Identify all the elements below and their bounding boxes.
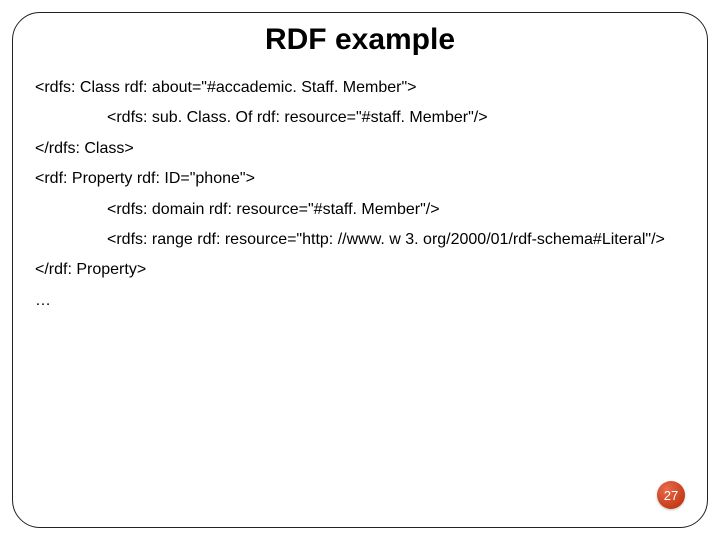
- code-line: <rdfs: domain rdf: resource="#staff. Mem…: [35, 195, 685, 225]
- page-number: 27: [664, 488, 678, 503]
- code-line: <rdf: Property rdf: ID="phone">: [35, 164, 685, 194]
- page-number-badge: 27: [657, 481, 685, 509]
- code-line: …: [35, 286, 685, 316]
- code-line: </rdfs: Class>: [35, 134, 685, 164]
- code-block: <rdfs: Class rdf: about="#accademic. Sta…: [13, 73, 707, 316]
- code-line: <rdfs: sub. Class. Of rdf: resource="#st…: [35, 103, 685, 133]
- code-line: <rdfs: range rdf: resource="http: //www.…: [35, 225, 685, 255]
- slide-title: RDF example: [13, 23, 707, 57]
- code-line: <rdfs: Class rdf: about="#accademic. Sta…: [35, 73, 685, 103]
- slide-frame: RDF example <rdfs: Class rdf: about="#ac…: [12, 12, 708, 528]
- code-line: </rdf: Property>: [35, 255, 685, 285]
